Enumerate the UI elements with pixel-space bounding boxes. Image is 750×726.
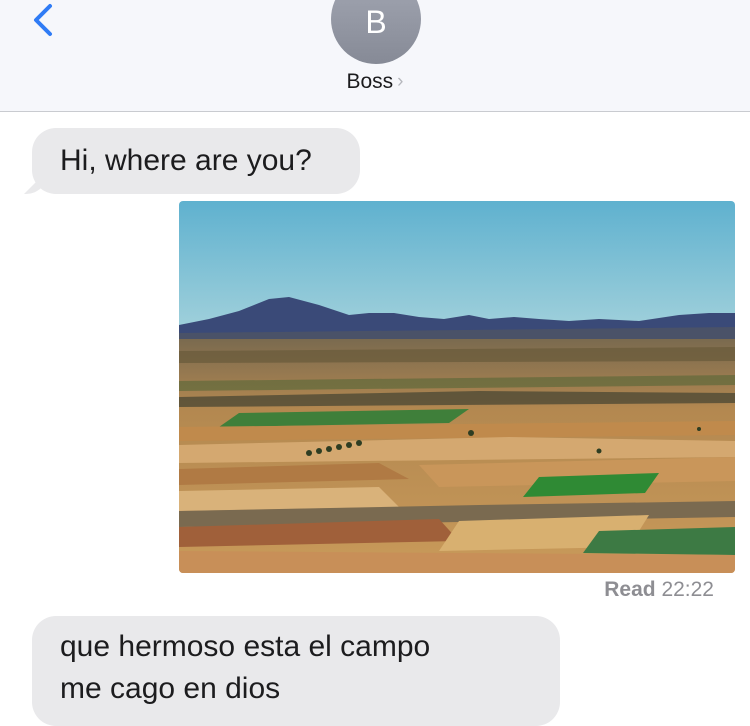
contact-name: Boss: [346, 70, 394, 93]
avatar[interactable]: B: [331, 0, 421, 64]
conversation-header: B Boss ›: [0, 0, 750, 112]
message-text-line: me cago en dios: [60, 672, 281, 705]
back-button[interactable]: [22, 0, 66, 44]
read-time: 22:22: [661, 578, 714, 601]
avatar-initial: B: [365, 4, 387, 40]
contact-name-button[interactable]: Boss ›: [0, 70, 750, 94]
message-text: Hi, where are you?: [60, 144, 312, 177]
incoming-message-bubble[interactable]: que hermoso esta el campo me cago en dio…: [32, 616, 560, 726]
chevron-left-icon: [34, 4, 52, 36]
read-label: Read: [604, 578, 656, 601]
incoming-message-bubble[interactable]: Hi, where are you?: [32, 128, 360, 194]
read-receipt: Read 22:22: [604, 578, 714, 602]
outgoing-photo-message[interactable]: [179, 201, 735, 573]
message-text-line: que hermoso esta el campo: [60, 630, 431, 663]
chevron-right-icon: ›: [397, 71, 404, 92]
landscape-photo-icon: [179, 201, 735, 573]
